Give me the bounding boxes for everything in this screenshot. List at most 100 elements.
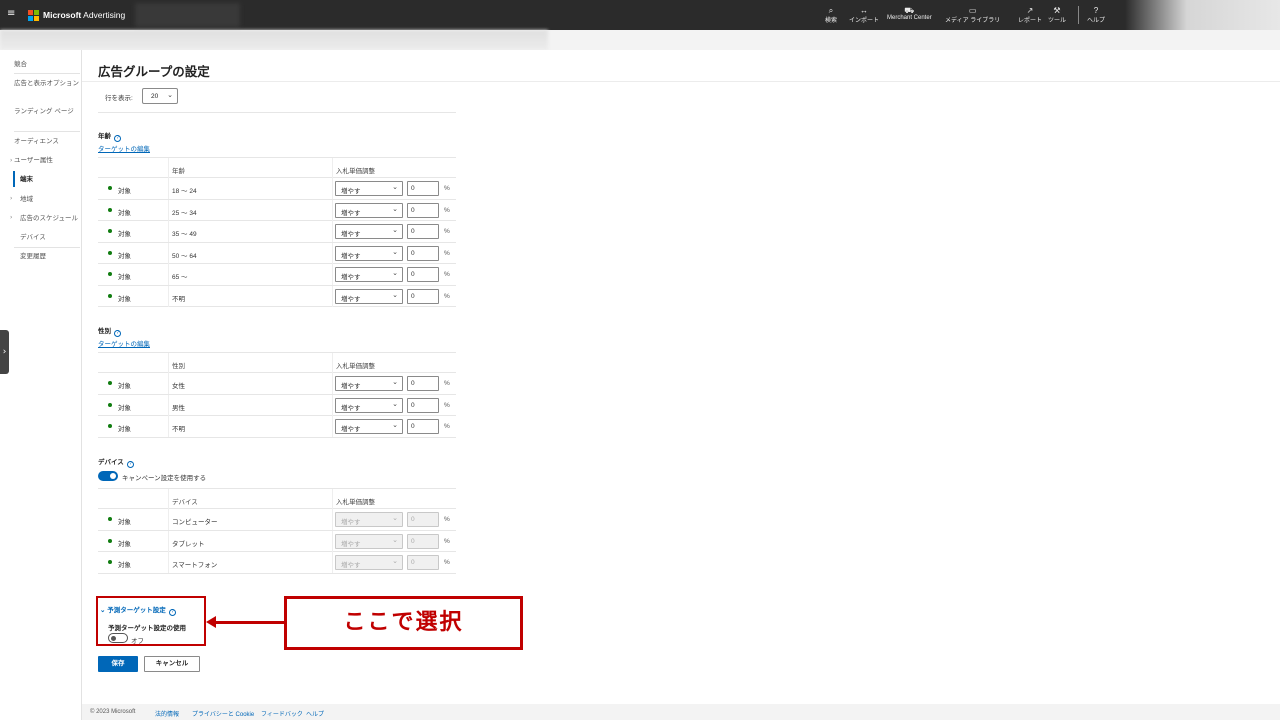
row-label: 不明 bbox=[172, 295, 185, 303]
nav-import[interactable]: ↔ インポート bbox=[849, 6, 879, 24]
nav-report[interactable]: ↗ レポート bbox=[1018, 6, 1042, 24]
cancel-button[interactable]: キャンセル bbox=[144, 656, 200, 672]
table-row: 対象 18 ～ 24 増やす ⌄ 0% bbox=[98, 178, 456, 200]
col-divider bbox=[332, 264, 333, 285]
nav-tool[interactable]: ⚒ ツール bbox=[1048, 6, 1066, 24]
bid-percent-input[interactable]: 0 bbox=[407, 376, 439, 391]
sidebar-item-competition[interactable]: 競合 bbox=[14, 60, 80, 69]
footer-link-help[interactable]: ヘルプ bbox=[306, 709, 324, 718]
table-row: 対象 不明 増やす ⌄ 0% bbox=[98, 285, 456, 307]
col-header-age: 年齢 bbox=[172, 168, 185, 175]
chevron-right-icon[interactable]: › bbox=[10, 214, 12, 221]
footer-link-legal[interactable]: 法的情報 bbox=[155, 709, 179, 718]
bid-adjust-value: 増やす bbox=[341, 295, 361, 303]
nav-media-library[interactable]: ▭ メディア ライブラリ bbox=[945, 6, 1000, 24]
status-dot-icon bbox=[108, 272, 112, 276]
chevron-right-icon[interactable]: › bbox=[10, 195, 12, 202]
status-text: 対象 bbox=[118, 383, 131, 390]
nav-label: レポート bbox=[1018, 18, 1043, 24]
bid-adjust-select[interactable]: 増やす ⌄ bbox=[335, 202, 403, 218]
status-dot-icon bbox=[108, 229, 112, 233]
status-text: 対象 bbox=[118, 252, 131, 260]
help-circle-icon[interactable]: ? bbox=[126, 461, 134, 468]
help-circle-icon[interactable]: ? bbox=[168, 609, 176, 616]
row-label: 不明 bbox=[172, 426, 185, 433]
section-title-text: 年齢 bbox=[98, 133, 111, 140]
col-divider bbox=[168, 394, 169, 416]
use-campaign-settings-toggle[interactable] bbox=[98, 471, 118, 481]
account-selector-blurred[interactable] bbox=[135, 3, 240, 27]
table-row: 対象 男性 増やす ⌄ 0% bbox=[98, 394, 456, 416]
table-row: 対象 50 ～ 64 増やす ⌄ 0% bbox=[98, 242, 456, 264]
table-row: 対象 スマートフォン 増やす ⌄ 0% bbox=[98, 552, 456, 574]
nav-label: 検索 bbox=[825, 18, 838, 24]
nav-search[interactable]: ⌕ 検索 bbox=[825, 6, 837, 24]
rows-value: 20 bbox=[151, 93, 159, 100]
brand-name[interactable]: Microsoft Advertising bbox=[43, 10, 125, 20]
chevron-right-icon[interactable]: › bbox=[10, 157, 12, 164]
bid-adjust-select[interactable]: 増やす ⌄ bbox=[335, 376, 403, 391]
footer-link-privacy[interactable]: プライバシーと Cookie bbox=[192, 709, 254, 718]
chevron-down-icon: ⌄ bbox=[392, 270, 398, 277]
percent-sign: % bbox=[444, 401, 450, 409]
predictive-targeting-header[interactable]: ⌄ 予測ターゲット設定? bbox=[100, 604, 176, 616]
bid-adjust-select[interactable]: 増やす ⌄ bbox=[335, 267, 403, 282]
col-divider bbox=[168, 373, 169, 394]
profile-area-blurred[interactable] bbox=[1125, 0, 1280, 30]
row-label: 25 ～ 34 bbox=[172, 209, 197, 217]
save-button[interactable]: 保存 bbox=[98, 656, 138, 672]
age-edit-targets-link[interactable]: ターゲットの編集 bbox=[98, 143, 150, 153]
sidebar-item-change-history[interactable]: 変更履歴 bbox=[20, 252, 86, 261]
status-text: 対象 bbox=[118, 188, 131, 195]
row-label: 18 ～ 24 bbox=[172, 188, 197, 195]
hamburger-menu-icon[interactable]: ≡ bbox=[7, 9, 17, 19]
bid-percent-input[interactable]: 0 bbox=[407, 181, 439, 196]
footer-link-feedback[interactable]: フィードバック bbox=[261, 709, 303, 718]
sidebar-item-landing-pages[interactable]: ランディング ページ bbox=[14, 107, 80, 116]
sidebar-item-audience[interactable]: オーディエンス bbox=[14, 137, 80, 146]
sidebar-item-demographics[interactable]: ユーザー属性 bbox=[14, 156, 80, 165]
bid-adjust-value: 増やす bbox=[341, 231, 361, 238]
col-divider bbox=[168, 353, 169, 373]
rows-per-page-select[interactable]: 20 ⌄ bbox=[142, 88, 178, 104]
sidebar-item-device-selected[interactable]: 端末 bbox=[20, 175, 86, 184]
sidebar-item-location[interactable]: 地域 bbox=[20, 195, 86, 204]
chevron-down-icon: ⌄ bbox=[392, 558, 398, 565]
bid-percent-input[interactable]: 0 bbox=[407, 245, 439, 261]
nav-merchant-center[interactable]: ⛟ Merchant Center bbox=[887, 6, 932, 21]
sidebar-item-devices[interactable]: デバイス bbox=[20, 233, 86, 242]
bid-percent-input[interactable]: 0 bbox=[407, 419, 439, 434]
bid-percent-input[interactable]: 0 bbox=[407, 267, 439, 282]
bid-percent-input[interactable]: 0 bbox=[407, 202, 439, 218]
status-text: 対象 bbox=[118, 404, 131, 412]
sidebar-item-ad-schedule[interactable]: 広告のスケジュール bbox=[20, 214, 86, 223]
status-dot-icon bbox=[108, 381, 112, 385]
col-divider bbox=[168, 221, 169, 242]
help-circle-icon[interactable]: ? bbox=[114, 135, 121, 142]
gender-edit-targets-link[interactable]: ターゲットの編集 bbox=[98, 338, 150, 348]
status-text: 対象 bbox=[118, 426, 131, 433]
bid-percent-input[interactable]: 0 bbox=[407, 397, 439, 413]
chevron-down-icon: ⌄ bbox=[392, 536, 398, 544]
chevron-down-icon: ⌄ bbox=[392, 184, 398, 191]
report-icon: ↗ bbox=[1026, 6, 1034, 15]
status-text: 対象 bbox=[118, 209, 131, 217]
bid-adjust-select[interactable]: 増やす ⌄ bbox=[335, 224, 403, 239]
bid-adjust-select[interactable]: 増やす ⌄ bbox=[335, 245, 403, 261]
bid-percent-input[interactable]: 0 bbox=[407, 224, 439, 239]
bid-adjust-select[interactable]: 増やす ⌄ bbox=[335, 181, 403, 196]
col-header-bid: 入札単価調整 bbox=[336, 363, 375, 370]
predictive-targeting-toggle[interactable] bbox=[108, 633, 128, 643]
bid-adjust-select[interactable]: 増やす ⌄ bbox=[335, 397, 403, 413]
sidebar-item-ads-extensions[interactable]: 広告と表示オプション bbox=[14, 79, 80, 88]
bid-adjust-select[interactable]: 増やす ⌄ bbox=[335, 288, 403, 304]
bid-percent-input[interactable]: 0 bbox=[407, 288, 439, 304]
sidebar-expand-handle[interactable]: › bbox=[0, 330, 9, 374]
bid-adjust-select[interactable]: 増やす ⌄ bbox=[335, 419, 403, 434]
nav-label: ツール bbox=[1048, 18, 1067, 24]
nav-label: メディア ライブラリ bbox=[945, 18, 1001, 24]
nav-help[interactable]: ? ヘルプ bbox=[1087, 6, 1105, 24]
help-circle-icon[interactable]: ? bbox=[114, 330, 121, 337]
logo-square bbox=[28, 10, 33, 15]
age-table-header: 年齢 入札単価調整 bbox=[98, 157, 456, 178]
